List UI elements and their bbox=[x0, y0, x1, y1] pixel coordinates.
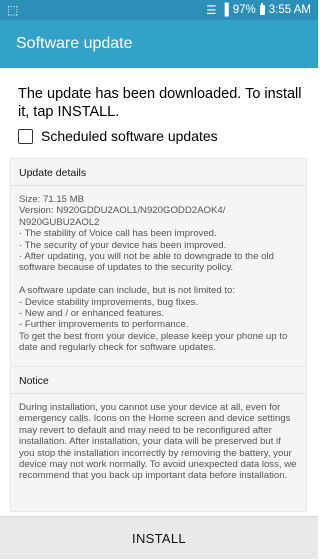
install-button[interactable]: INSTALL bbox=[0, 517, 318, 560]
scheduled-updates-label: Scheduled software updates bbox=[41, 128, 218, 144]
update-details-body: Size: 71.15 MB Version: N920GDDU2AOL1/N9… bbox=[19, 194, 288, 354]
update-details-panel: Update details Size: 71.15 MB Version: N… bbox=[10, 158, 307, 376]
download-message: The update has been downloaded. To insta… bbox=[18, 86, 302, 120]
status-time: 3:55 AM bbox=[268, 4, 311, 16]
signal-icon: ▐ bbox=[220, 4, 229, 16]
app-bar: Software update bbox=[0, 20, 318, 68]
notice-body: During installation, you cannot use your… bbox=[19, 402, 297, 482]
scheduled-updates-checkbox[interactable] bbox=[18, 128, 33, 144]
content: The update has been downloaded. To insta… bbox=[0, 68, 318, 516]
battery-icon bbox=[259, 3, 265, 15]
status-icons: ☰ ▐ 97% 3:55 AM bbox=[206, 3, 311, 17]
update-details-heading: Update details bbox=[11, 159, 306, 186]
scheduled-updates-row[interactable]: Scheduled software updates bbox=[18, 128, 218, 144]
screen-cast-icon: ⬚ bbox=[7, 3, 19, 17]
bottom-bar: INSTALL bbox=[0, 516, 318, 559]
battery-percent: 97% bbox=[232, 4, 256, 16]
wifi-icon: ☰ bbox=[206, 5, 217, 17]
notice-heading: Notice bbox=[11, 367, 306, 394]
notice-panel: Notice During installation, you cannot u… bbox=[10, 366, 307, 512]
status-bar: ⬚ ☰ ▐ 97% 3:55 AM bbox=[0, 0, 318, 20]
page-title: Software update bbox=[16, 35, 133, 52]
